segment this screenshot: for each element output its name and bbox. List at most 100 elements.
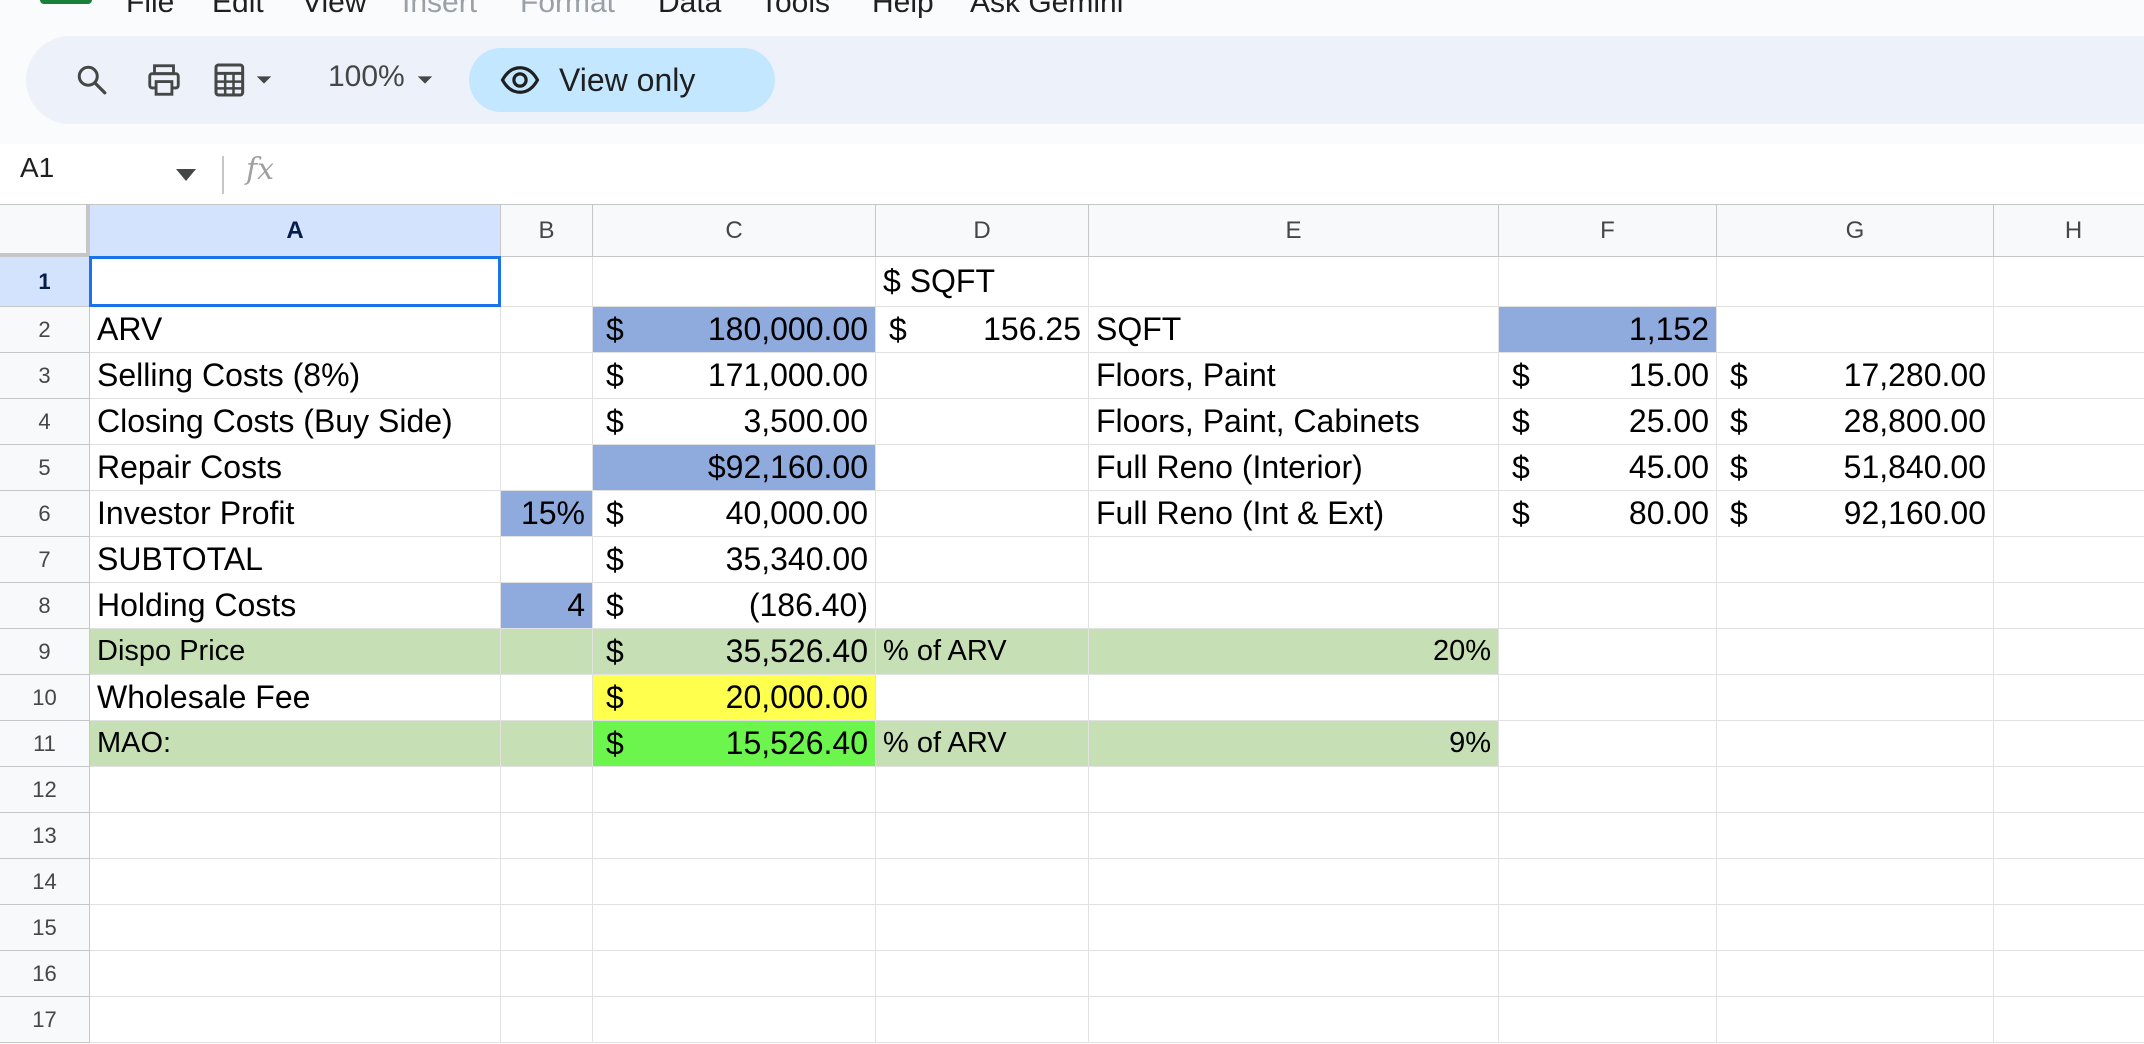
cell-b14[interactable]: [501, 859, 593, 905]
column-header-d[interactable]: D: [876, 204, 1089, 257]
cell-g11[interactable]: [1717, 721, 1994, 767]
cell-a8[interactable]: Holding Costs: [90, 583, 501, 629]
cell-g10[interactable]: [1717, 675, 1994, 721]
cell-a9[interactable]: Dispo Price: [90, 629, 501, 675]
cell-a7[interactable]: SUBTOTAL: [90, 537, 501, 583]
cell-f12[interactable]: [1499, 767, 1717, 813]
cell-f11[interactable]: [1499, 721, 1717, 767]
cell-d5[interactable]: [876, 445, 1089, 491]
menu-ask-gemini[interactable]: Ask Gemini: [970, 0, 1123, 20]
cell-c6[interactable]: $40,000.00: [593, 491, 876, 537]
select-all-corner[interactable]: [0, 204, 90, 257]
cell-e4[interactable]: Floors, Paint, Cabinets: [1089, 399, 1499, 445]
cell-c5[interactable]: $92,160.00: [593, 445, 876, 491]
cell-b5[interactable]: [501, 445, 593, 491]
cell-f3[interactable]: $15.00: [1499, 353, 1717, 399]
cell-c17[interactable]: [593, 997, 876, 1043]
cell-b10[interactable]: [501, 675, 593, 721]
cell-a4[interactable]: Closing Costs (Buy Side): [90, 399, 501, 445]
cell-d12[interactable]: [876, 767, 1089, 813]
cell-b2[interactable]: [501, 307, 593, 353]
cell-d3[interactable]: [876, 353, 1089, 399]
cell-e5[interactable]: Full Reno (Interior): [1089, 445, 1499, 491]
cell-h9[interactable]: [1994, 629, 2144, 675]
cell-d10[interactable]: [876, 675, 1089, 721]
cell-b6[interactable]: 15%: [501, 491, 593, 537]
functions-menu-button[interactable]: [202, 54, 282, 106]
spreadsheet-grid[interactable]: A B C D E F G H 1 2 3 4 5 6 7 8 9 10 11 12 13 14 15 16 17 $ SQFT A…: [0, 204, 2144, 1044]
cell-g1[interactable]: [1717, 257, 1994, 307]
cell-d2[interactable]: $156.25: [876, 307, 1089, 353]
cell-e8[interactable]: [1089, 583, 1499, 629]
view-only-button[interactable]: View only: [469, 48, 775, 112]
cell-d9[interactable]: % of ARV: [876, 629, 1089, 675]
cell-a10[interactable]: Wholesale Fee: [90, 675, 501, 721]
cell-d11[interactable]: % of ARV: [876, 721, 1089, 767]
row-header-10[interactable]: 10: [0, 675, 90, 721]
cell-g13[interactable]: [1717, 813, 1994, 859]
cell-h5[interactable]: [1994, 445, 2144, 491]
cell-c4[interactable]: $3,500.00: [593, 399, 876, 445]
cell-e16[interactable]: [1089, 951, 1499, 997]
cell-b3[interactable]: [501, 353, 593, 399]
menu-help[interactable]: Help: [872, 0, 934, 20]
cell-a11[interactable]: MAO:: [90, 721, 501, 767]
cell-a3[interactable]: Selling Costs (8%): [90, 353, 501, 399]
cell-f5[interactable]: $45.00: [1499, 445, 1717, 491]
cell-f10[interactable]: [1499, 675, 1717, 721]
row-header-4[interactable]: 4: [0, 399, 90, 445]
sheets-logo-icon[interactable]: [40, 0, 92, 4]
row-header-16[interactable]: 16: [0, 951, 90, 997]
cell-c9[interactable]: $35,526.40: [593, 629, 876, 675]
column-header-f[interactable]: F: [1499, 204, 1717, 257]
cell-c2[interactable]: $180,000.00: [593, 307, 876, 353]
cell-b16[interactable]: [501, 951, 593, 997]
cell-e15[interactable]: [1089, 905, 1499, 951]
cell-a12[interactable]: [90, 767, 501, 813]
cell-h13[interactable]: [1994, 813, 2144, 859]
column-header-h[interactable]: H: [1994, 204, 2144, 257]
menu-tools[interactable]: Tools: [760, 0, 830, 20]
cell-e3[interactable]: Floors, Paint: [1089, 353, 1499, 399]
cell-g9[interactable]: [1717, 629, 1994, 675]
cell-d14[interactable]: [876, 859, 1089, 905]
cell-b8[interactable]: 4: [501, 583, 593, 629]
column-header-b[interactable]: B: [501, 204, 593, 257]
cell-h17[interactable]: [1994, 997, 2144, 1043]
cell-d17[interactable]: [876, 997, 1089, 1043]
cell-f7[interactable]: [1499, 537, 1717, 583]
menu-file[interactable]: File: [126, 0, 174, 20]
cell-c10[interactable]: $20,000.00: [593, 675, 876, 721]
cell-h14[interactable]: [1994, 859, 2144, 905]
cell-g12[interactable]: [1717, 767, 1994, 813]
cell-c11[interactable]: $15,526.40: [593, 721, 876, 767]
cell-e17[interactable]: [1089, 997, 1499, 1043]
cell-h7[interactable]: [1994, 537, 2144, 583]
cell-e7[interactable]: [1089, 537, 1499, 583]
cell-b9[interactable]: [501, 629, 593, 675]
name-box[interactable]: A1: [20, 152, 54, 184]
cell-g14[interactable]: [1717, 859, 1994, 905]
menu-insert[interactable]: Insert: [402, 0, 477, 20]
cell-b12[interactable]: [501, 767, 593, 813]
row-header-15[interactable]: 15: [0, 905, 90, 951]
cell-g5[interactable]: $51,840.00: [1717, 445, 1994, 491]
print-button[interactable]: [138, 54, 190, 106]
chevron-down-icon[interactable]: [176, 169, 196, 181]
row-header-8[interactable]: 8: [0, 583, 90, 629]
cell-a13[interactable]: [90, 813, 501, 859]
cell-a17[interactable]: [90, 997, 501, 1043]
cell-c16[interactable]: [593, 951, 876, 997]
cell-h12[interactable]: [1994, 767, 2144, 813]
cell-f4[interactable]: $25.00: [1499, 399, 1717, 445]
cell-d1[interactable]: $ SQFT: [876, 257, 1089, 307]
column-header-g[interactable]: G: [1717, 204, 1994, 257]
cell-b13[interactable]: [501, 813, 593, 859]
cell-h3[interactable]: [1994, 353, 2144, 399]
row-header-3[interactable]: 3: [0, 353, 90, 399]
cell-d16[interactable]: [876, 951, 1089, 997]
cell-f17[interactable]: [1499, 997, 1717, 1043]
cell-h11[interactable]: [1994, 721, 2144, 767]
cell-b4[interactable]: [501, 399, 593, 445]
cell-g16[interactable]: [1717, 951, 1994, 997]
